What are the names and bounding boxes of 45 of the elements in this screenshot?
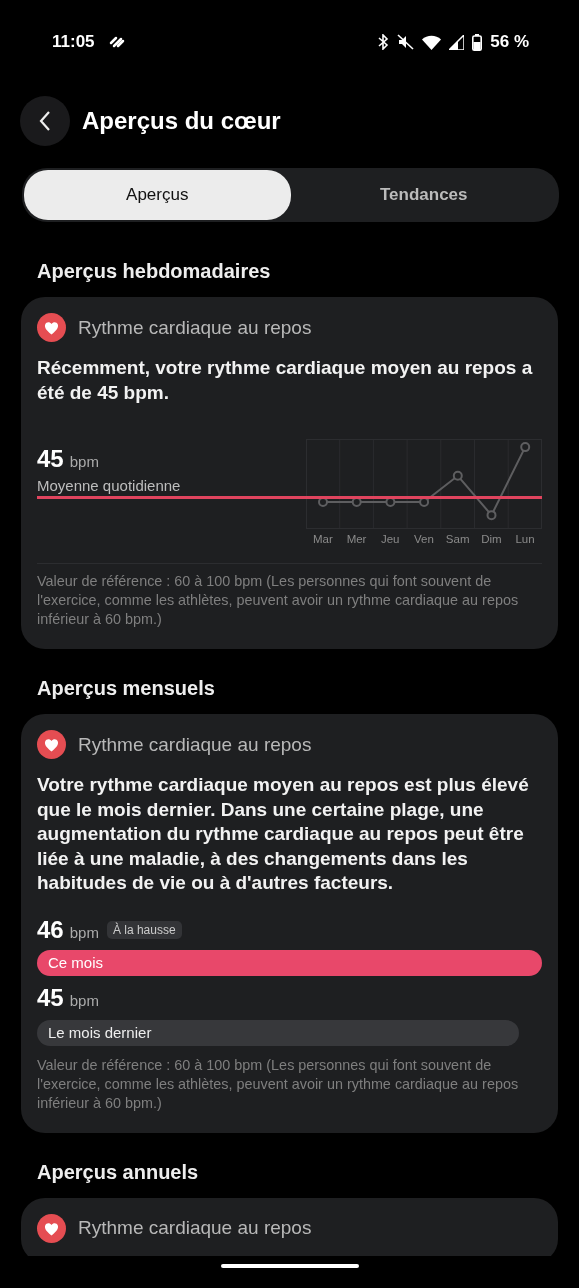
caption-text: Moyenne quotidienne xyxy=(37,477,182,494)
day-label: Sam xyxy=(444,533,471,545)
bluetooth-icon xyxy=(377,34,390,50)
trend-badge: À la hausse xyxy=(106,920,182,939)
unit-text: bpm xyxy=(69,991,99,1009)
day-label: Dim xyxy=(480,533,503,545)
mute-icon xyxy=(397,34,415,50)
card-title: Rythme cardiaque au repos xyxy=(78,1217,312,1239)
tab[interactable]: Aperçus xyxy=(24,170,291,220)
unit-text: bpm xyxy=(69,923,99,941)
back-icon xyxy=(39,110,51,132)
day-label: Jeu xyxy=(379,533,401,545)
data-point xyxy=(486,510,497,521)
comparison-bar: Le mois dernier xyxy=(37,1019,519,1046)
section-title: Aperçus mensuels xyxy=(37,677,216,700)
reference-note: Valeur de référence : 60 à 100 bpm (Les personnes qui font souvent de l'exercice, comme les athlètes, peuvent avoir un rythme cardiaque au repos inférieur à 60 bpm.) xyxy=(37,1055,520,1113)
data-point xyxy=(520,442,531,453)
data-point xyxy=(385,497,396,508)
battery-percentage: 56 % xyxy=(490,32,529,52)
data-point xyxy=(318,497,328,508)
wifi-icon xyxy=(422,34,442,50)
summary-text: Récemment, votre rythme cardiaque moyen au repos a été de 45 bpm. xyxy=(37,356,534,405)
data-point xyxy=(452,470,463,481)
day-label: Mar xyxy=(311,533,334,545)
reference-note: Valeur de référence : 60 à 100 bpm (Les personnes qui font souvent de l'exercice, comme les athlètes, peuvent avoir un rythme cardiaque au repos inférieur à 60 bpm.) xyxy=(37,572,520,629)
day-label: Lun xyxy=(514,533,536,545)
tab[interactable]: Tendances xyxy=(290,170,557,220)
unit-text: bpm xyxy=(69,453,99,470)
card-title: Rythme cardiaque au repos xyxy=(78,733,312,756)
summary-text: Votre rythme cardiaque moyen au repos est plus élevé que le mois dernier. Dans une certaine plage, une augmentation du rythme cardiaque au repos peut être liée à une maladie, à des changements dans les habitudes de vie ou à d'autres facteurs. xyxy=(37,773,530,895)
value-text: 45 xyxy=(37,445,64,473)
signal-icon xyxy=(449,34,465,50)
value-text: 45 xyxy=(37,983,64,1012)
section-title: Aperçus hebdomadaires xyxy=(37,260,272,283)
day-label: Mer xyxy=(345,533,368,545)
battery-icon xyxy=(472,33,483,51)
comparison-bar: Ce mois xyxy=(37,949,542,976)
card-title: Rythme cardiaque au repos xyxy=(78,316,312,339)
status-time: 11:05 xyxy=(52,32,95,52)
section-title: Aperçus annuels xyxy=(37,1160,200,1184)
app-notification-icon xyxy=(108,36,125,48)
back-button[interactable] xyxy=(20,96,70,146)
value-text: 46 xyxy=(37,915,64,944)
page-title: Aperçus du cœur xyxy=(82,107,281,135)
day-label: Ven xyxy=(413,533,435,545)
